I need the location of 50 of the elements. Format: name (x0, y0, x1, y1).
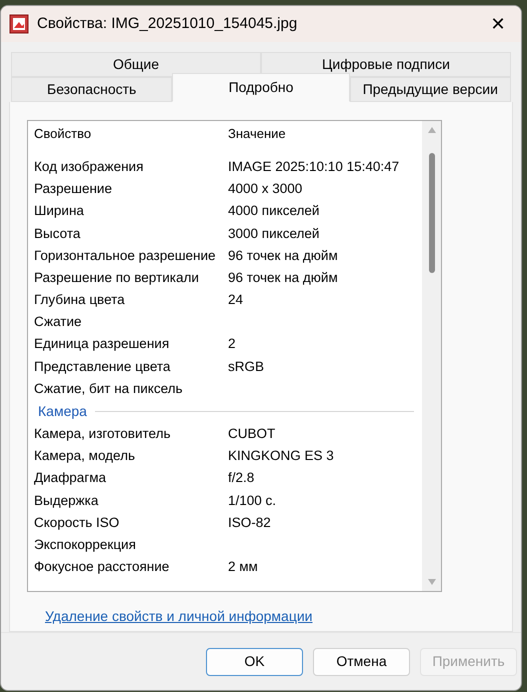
property-name: Фокусное расстояние (33, 558, 170, 576)
group-header: Камера (38, 402, 87, 422)
close-button[interactable]: ✕ (483, 10, 513, 38)
tab[interactable]: Общие (11, 52, 261, 77)
property-value: 4000 пикселей (227, 202, 320, 220)
property-value: 96 точек на дюйм (227, 268, 339, 287)
property-name: Разрешение по вертикали (33, 268, 200, 287)
property-value: CUBOT (227, 425, 276, 444)
property-value: 24 (227, 291, 244, 310)
scroll-down-icon[interactable] (428, 579, 436, 585)
property-value: 3000 пикселей (227, 224, 320, 243)
tab[interactable]: Подробно (172, 73, 350, 102)
dialog-button[interactable]: Отмена (313, 648, 410, 676)
property-value: 1/100 с. (227, 492, 278, 510)
window-title: Свойства: IMG_20251010_154045.jpg (37, 14, 298, 34)
property-value: 2 мм (227, 558, 259, 576)
dialog-button[interactable]: OK (206, 648, 303, 676)
property-name: Код изображения (33, 158, 144, 176)
property-name: Ширина (33, 202, 85, 220)
property-value: IMAGE 2025:10:10 15:40:47 (227, 158, 400, 176)
property-name: Высота (33, 224, 82, 243)
property-name: Единица разрешения (33, 335, 170, 354)
scroll-up-icon[interactable] (428, 127, 436, 133)
property-name: Горизонтальное разрешение (33, 246, 217, 265)
property-name: Камера, модель (33, 447, 136, 466)
property-name: Экспокоррекция (33, 536, 137, 554)
property-name: Камера, изготовитель (33, 425, 172, 444)
scroll-thumb[interactable] (428, 153, 434, 273)
property-name: Скорость ISO (33, 514, 120, 532)
property-name: Глубина цвета (33, 291, 126, 310)
tab[interactable]: Предыдущие версии (350, 77, 512, 102)
property-value: KINGKONG ES 3 (227, 447, 335, 466)
property-name: Сжатие, бит на пиксель (33, 380, 184, 398)
remove-properties-link[interactable]: Удаление свойств и личной информации (45, 606, 312, 627)
property-name: Разрешение (33, 180, 113, 198)
column-header: Свойство (33, 125, 92, 144)
app-icon (9, 14, 29, 34)
property-name: Представление цвета (33, 358, 172, 376)
property-name: Сжатие (33, 313, 83, 332)
property-value: 96 точек на дюйм (227, 246, 339, 265)
property-name: Диафрагма (33, 469, 108, 488)
tab[interactable]: Цифровые подписи (261, 52, 511, 77)
property-value: 4000 x 3000 (227, 180, 304, 198)
property-value: 2 (227, 335, 237, 354)
property-name: Выдержка (33, 492, 100, 510)
property-value: sRGB (227, 358, 266, 376)
column-header: Значение (227, 125, 287, 144)
property-value: ISO-82 (227, 514, 272, 532)
property-value: f/2.8 (227, 469, 256, 488)
tab[interactable]: Безопасность (11, 77, 172, 102)
